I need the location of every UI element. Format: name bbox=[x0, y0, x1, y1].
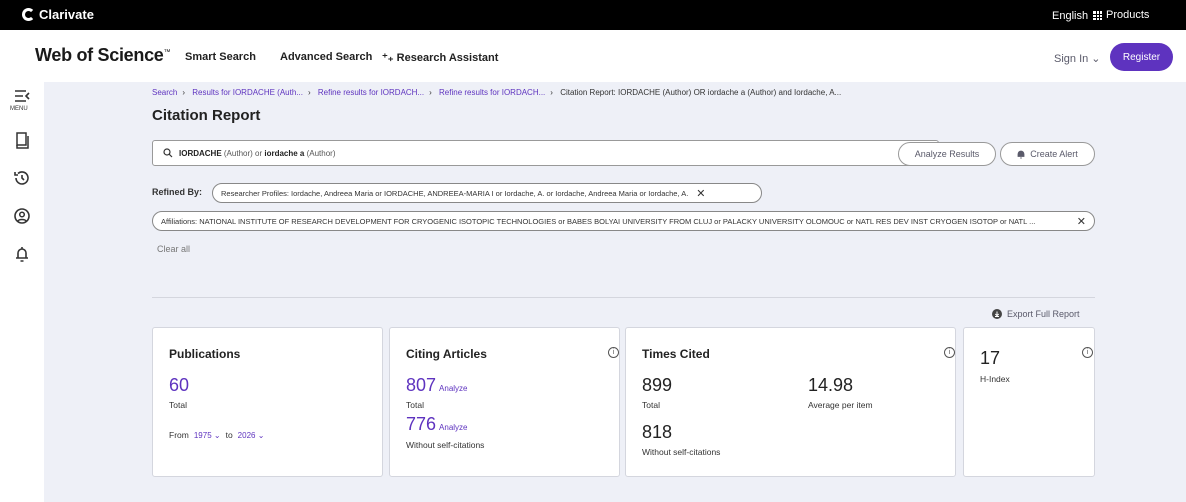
refine-chip-researcher: Researcher Profiles: Iordache, Andreea M… bbox=[212, 183, 762, 203]
search-query: IORDACHE (Author) or iordache a (Author) bbox=[179, 148, 336, 158]
export-full-report-button[interactable]: Export Full Report bbox=[992, 309, 1080, 319]
nav-research-assistant[interactable]: ⁺₊ Research Assistant bbox=[382, 51, 498, 64]
close-icon[interactable]: ✕ bbox=[696, 187, 705, 200]
times-cited-total: 899 bbox=[642, 375, 673, 395]
wos-logo[interactable]: Web of Science™ bbox=[35, 45, 171, 66]
average-per-item-label: Average per item bbox=[808, 400, 873, 410]
menu-label: MENU bbox=[10, 106, 28, 112]
year-range: From 1975 ⌄ to 2026 ⌄ bbox=[169, 430, 264, 440]
history-icon[interactable] bbox=[12, 168, 32, 188]
average-per-item: 14.98 bbox=[808, 375, 854, 395]
grid-icon bbox=[1093, 10, 1102, 20]
alert-bell-icon bbox=[1017, 150, 1025, 158]
divider bbox=[152, 297, 1095, 298]
analyze-without-link[interactable]: Analyze bbox=[439, 423, 467, 432]
info-icon[interactable]: i bbox=[608, 347, 619, 358]
analyze-citing-link[interactable]: Analyze bbox=[439, 384, 467, 393]
export-icon bbox=[992, 309, 1002, 319]
refine-chip-affiliations: Affiliations: NATIONAL INSTITUTE OF RESE… bbox=[152, 211, 1095, 231]
wos-logo-tm: ™ bbox=[163, 49, 171, 56]
refine-chip-researcher-label: Researcher Profiles: Iordache, Andreea M… bbox=[221, 188, 689, 198]
nav-advanced-search[interactable]: Advanced Search bbox=[280, 51, 372, 63]
close-icon[interactable]: ✕ bbox=[1077, 215, 1086, 228]
h-index-card: 17 H-Index i bbox=[963, 327, 1095, 477]
header: Web of Science™ Smart Search Advanced Se… bbox=[0, 30, 1186, 82]
publications-total-label: Total bbox=[169, 400, 187, 410]
products-menu[interactable]: Products bbox=[1093, 9, 1149, 21]
breadcrumb: Search › Results for IORDACHE (Auth... › R… bbox=[152, 88, 842, 97]
citing-without-row: 776 Analyze bbox=[406, 414, 468, 435]
info-icon[interactable]: i bbox=[944, 347, 955, 358]
citing-articles-card: Citing Articles i 807 Analyze Total 776 An… bbox=[389, 327, 620, 477]
times-cited-without-label: Without self-citations bbox=[642, 447, 721, 457]
publications-count[interactable]: 60 bbox=[169, 375, 189, 396]
breadcrumb-refine-1[interactable]: Refine results for IORDACH... bbox=[318, 88, 424, 97]
citing-total-row: 807 Analyze bbox=[406, 375, 468, 396]
h-index-value: 17 bbox=[980, 348, 1001, 368]
breadcrumb-search[interactable]: Search bbox=[152, 88, 177, 97]
wos-logo-text: Web of Science bbox=[35, 45, 164, 65]
sidebar: MENU bbox=[0, 82, 44, 502]
page-title: Citation Report bbox=[152, 107, 261, 124]
create-alert-button[interactable]: Create Alert bbox=[1000, 142, 1095, 166]
products-label: Products bbox=[1106, 9, 1150, 21]
search-query-field[interactable]: IORDACHE (Author) or iordache a (Author) bbox=[152, 140, 939, 166]
clear-all-link[interactable]: Clear all bbox=[157, 244, 190, 254]
from-label: From bbox=[169, 430, 189, 440]
create-alert-label: Create Alert bbox=[1030, 149, 1078, 159]
h-index-label: H-Index bbox=[980, 374, 1010, 384]
top-bar: Clarivate English ⌄ Products bbox=[0, 0, 1186, 30]
to-year-select[interactable]: 2026 ⌄ bbox=[238, 431, 265, 440]
bell-icon[interactable] bbox=[12, 244, 32, 264]
breadcrumb-results[interactable]: Results for IORDACHE (Auth... bbox=[192, 88, 303, 97]
publications-title: Publications bbox=[169, 347, 241, 361]
bookmark-list-icon[interactable] bbox=[12, 130, 32, 150]
times-cited-card: Times Cited i 899 Total 14.98 Average pe… bbox=[625, 327, 956, 477]
main-content: Search › Results for IORDACHE (Auth... › R… bbox=[44, 82, 1186, 502]
times-cited-title: Times Cited bbox=[642, 347, 710, 361]
citing-without[interactable]: 776 bbox=[406, 414, 436, 434]
analyze-results-button[interactable]: Analyze Results bbox=[898, 142, 996, 166]
nav-smart-search[interactable]: Smart Search bbox=[185, 51, 256, 63]
to-label: to bbox=[225, 430, 233, 440]
export-label: Export Full Report bbox=[1007, 309, 1080, 319]
clarivate-icon bbox=[22, 8, 35, 21]
profile-icon[interactable] bbox=[12, 206, 32, 226]
info-icon[interactable]: i bbox=[1082, 347, 1093, 358]
from-year-select[interactable]: 1975 ⌄ bbox=[194, 431, 221, 440]
publications-card: Publications 60 Total From 1975 ⌄ to 202… bbox=[152, 327, 383, 477]
times-cited-without: 818 bbox=[642, 422, 673, 442]
citing-total[interactable]: 807 bbox=[406, 375, 436, 395]
search-icon bbox=[163, 148, 173, 158]
times-cited-total-label: Total bbox=[642, 400, 660, 410]
refine-chip-affiliations-label: Affiliations: NATIONAL INSTITUTE OF RESE… bbox=[161, 216, 1036, 226]
citing-without-label: Without self-citations bbox=[406, 440, 485, 450]
breadcrumb-current: Citation Report: IORDACHE (Author) OR io… bbox=[560, 88, 842, 97]
citing-total-label: Total bbox=[406, 400, 424, 410]
clarivate-label: Clarivate bbox=[39, 7, 94, 22]
menu-icon[interactable] bbox=[12, 86, 32, 106]
breadcrumb-refine-2[interactable]: Refine results for IORDACH... bbox=[439, 88, 545, 97]
sign-in-button[interactable]: Sign In ⌄ bbox=[1054, 52, 1101, 65]
citing-articles-title: Citing Articles bbox=[406, 347, 487, 361]
register-button[interactable]: Register bbox=[1110, 43, 1173, 71]
refined-by-label: Refined By: bbox=[152, 187, 203, 197]
clarivate-logo[interactable]: Clarivate bbox=[22, 7, 94, 22]
